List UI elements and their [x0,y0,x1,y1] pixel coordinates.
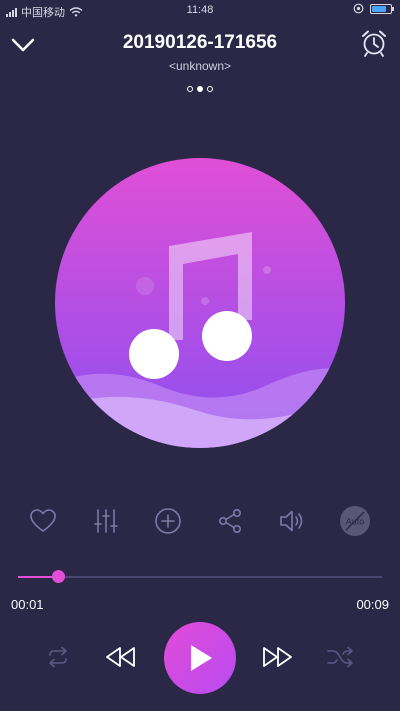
status-time: 11:48 [186,4,214,16]
favorite-button[interactable] [25,503,61,539]
add-circle-icon [155,508,181,534]
alarm-clock-icon[interactable] [360,28,388,58]
shuffle-icon [327,646,353,668]
play-button[interactable] [164,622,236,694]
repeat-button[interactable] [40,642,76,672]
battery-icon [370,3,394,14]
equalizer-icon [94,509,118,533]
next-button[interactable] [260,642,296,672]
page-dot[interactable] [187,86,193,92]
equalizer-button[interactable] [88,503,124,539]
status-right [353,3,394,14]
previous-button[interactable] [102,642,138,672]
volume-button[interactable] [274,503,310,539]
play-icon [191,645,212,671]
alarm-status-icon [353,3,364,14]
progress-track [18,576,382,578]
transport-controls [0,620,400,694]
track-artist: <unknown> [168,59,232,73]
auto-label: Auto [346,517,365,527]
progress-knob[interactable] [52,570,66,583]
page-dot[interactable] [207,86,213,92]
progress-slider[interactable] [18,570,382,583]
fast-forward-icon [263,647,292,667]
total-time: 00:09 [356,597,389,612]
shuffle-button[interactable] [322,642,358,672]
action-row: Auto [0,503,400,539]
auto-off-icon: Auto [340,506,370,536]
current-time: 00:01 [11,597,44,612]
track-title: 20190126-171656 [122,32,278,53]
battery-level [372,5,387,12]
auto-button[interactable]: Auto [337,503,373,539]
heart-icon [30,509,56,532]
add-to-playlist-button[interactable] [150,503,186,539]
status-bar: 中国移动 11:48 [0,0,400,20]
player-header: 20190126-171656 <unknown> [0,28,400,78]
repeat-icon [49,646,67,668]
page-indicator [0,86,400,92]
rewind-icon [106,647,135,667]
album-cover [55,158,345,448]
page-dot-active[interactable] [197,86,203,92]
volume-icon [280,510,303,532]
share-icon [218,508,241,533]
share-button[interactable] [212,503,248,539]
